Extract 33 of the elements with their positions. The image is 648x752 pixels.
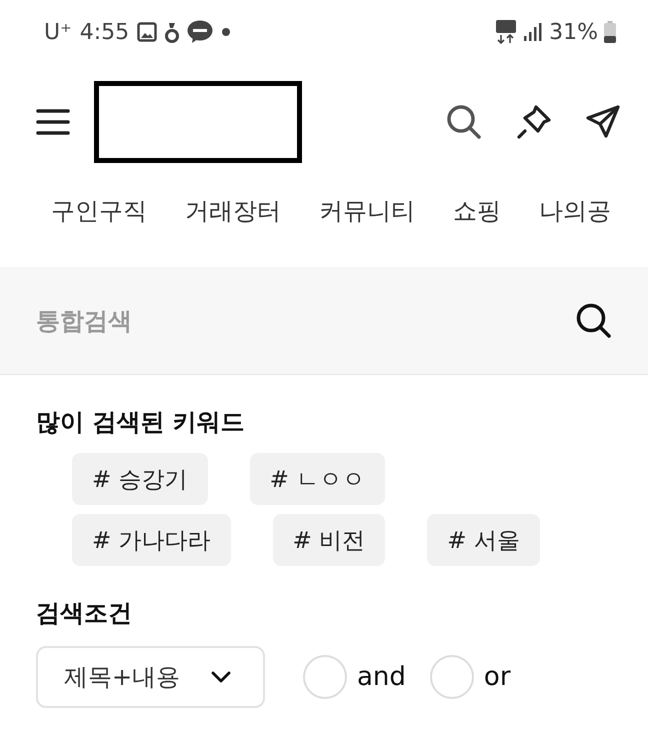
keyword-tag[interactable]: # 승강기 bbox=[72, 453, 208, 505]
keyword-tag[interactable]: # 비전 bbox=[272, 514, 386, 566]
nav-tab[interactable]: 거래장터 bbox=[185, 195, 281, 227]
battery-percentage: 31% bbox=[549, 20, 598, 44]
network-5g-icon bbox=[495, 20, 518, 44]
keyword-tag[interactable]: # 서울 bbox=[427, 514, 540, 566]
clock-time: 4:55 bbox=[80, 20, 130, 44]
send-icon[interactable] bbox=[586, 105, 620, 139]
battery-icon bbox=[604, 21, 616, 43]
search-icon[interactable] bbox=[446, 104, 482, 140]
keyword-tag[interactable]: # 가나다라 bbox=[72, 514, 231, 566]
radio-label: or bbox=[484, 662, 511, 692]
condition-dropdown[interactable]: 제목+내용 bbox=[36, 646, 265, 708]
section-title: 검색조건 bbox=[36, 598, 133, 629]
chat-bubble-icon bbox=[187, 20, 214, 44]
signal-icon bbox=[523, 22, 544, 42]
search-icon[interactable] bbox=[576, 302, 612, 338]
radio-label: and bbox=[357, 662, 406, 692]
notification-icon bbox=[165, 21, 180, 43]
radio-button[interactable] bbox=[303, 655, 347, 699]
keyword-tag[interactable]: # ㄴㅇㅇ bbox=[250, 453, 386, 505]
image-icon bbox=[137, 22, 158, 42]
chevron-down-icon bbox=[211, 671, 231, 683]
radio-button[interactable] bbox=[430, 655, 474, 699]
pin-icon[interactable] bbox=[516, 104, 552, 140]
dot-icon bbox=[221, 27, 232, 37]
nav-tab[interactable]: 커뮤니티 bbox=[319, 195, 415, 227]
section-title: 많이 검색된 키워드 bbox=[36, 407, 246, 438]
carrier-label: U⁺ bbox=[44, 20, 72, 44]
nav-tab[interactable]: 쇼핑 bbox=[453, 195, 501, 227]
nav-tab[interactable]: 나의공 bbox=[539, 195, 611, 227]
menu-icon[interactable] bbox=[36, 108, 70, 136]
nav-tab[interactable]: 구인구직 bbox=[51, 195, 147, 227]
